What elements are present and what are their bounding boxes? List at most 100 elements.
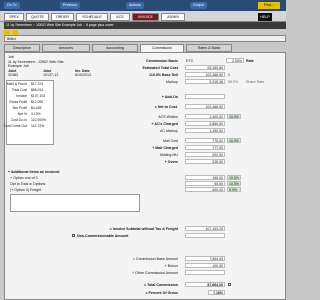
find-button[interactable]: Find... [258,2,280,9]
inv-date: 6/10/2013 [75,73,91,77]
summary-label: Mat'l & Purch [6,82,27,86]
acs-pct[interactable]: 10.0% [227,114,241,119]
commission-base-label: = Commission Base Amount [132,257,178,261]
mailing-mu-label: Mailing MU [160,153,178,157]
est-total-cost-label: Estimated Total Cost [142,66,178,70]
acs-written-label: ACS Written [158,115,178,119]
tab-rates-basis[interactable]: Rates & Basis [186,44,232,52]
summary-value: $12,090 [31,100,44,104]
net-to-cust-value: 102,466.00 [185,104,225,109]
summary-label: Net % [17,112,27,116]
profit-summary-box: Mat'l & Purch $17,374 Total Cost $65,014… [3,80,54,145]
job-title-strip: 11 by Seventeen :: JOBZ! Web Site Exampl… [4,22,286,29]
summary-value: 110,000% [31,118,47,122]
option-label: + Option one of 3 [10,176,38,180]
commission-base-value: 7,564.43 [185,256,225,261]
summary-value: $107,103 [31,94,46,98]
tab-description[interactable]: Description [4,44,40,52]
non-commissionable-label: Non-Commissionable Amount [77,234,129,238]
option-label: Opt to Total w Options [10,182,46,186]
tab-bar: Description Amounts Accounting Commissio… [4,44,286,52]
share-rate-label: Share Rate [246,80,265,84]
output-button[interactable]: Output [190,2,207,9]
non-commissionable-checkbox[interactable] [72,234,75,237]
tab-accounting[interactable]: Accounting [92,44,138,52]
mail-pct[interactable]: 10.0% [227,138,241,143]
mailing-mu-value: 202.00 [185,152,225,157]
rate-field[interactable]: 2.00% [226,58,244,63]
summary-label: Gross Profit [9,100,27,104]
actions-button[interactable]: Actions [126,2,144,9]
mail-cost-label: Mail Cost [163,139,178,143]
additional-items-title: + Additional items as invoiced [8,170,60,174]
total-commission-checkbox[interactable] [228,283,231,286]
mail-charged-value: 777.00 [185,145,225,150]
invoice-subtotal-label: = Invoice Subtotal without Tax & Freight [109,227,178,231]
nav-order[interactable]: ORDER [51,13,74,21]
option-value: 400.00 [185,187,225,192]
summary-value: 112.72% [31,124,45,128]
est-total-cost: 93,150.84 [185,65,225,70]
markup-value: 9,315.36 [185,79,225,84]
commission-basis-value: ETC [186,59,194,63]
add-on-value[interactable] [185,94,225,99]
option-pct[interactable]: 10.0% [227,181,241,186]
other-commission-value[interactable] [185,270,225,275]
bonus-value[interactable]: 100.00 [185,263,225,268]
jobid: 10137-13 [43,73,59,77]
goto-button[interactable]: Go To [4,2,20,9]
basis-label: 110.0% Base Sell [149,73,178,77]
tab-commission[interactable]: Commission [140,44,184,52]
ac-markup-label: AC Markup [160,129,178,133]
basis-value: 102,466.00 [185,72,225,77]
nav-acs[interactable]: ACS [110,13,130,21]
acs-written-value: 1,400.00 [185,114,225,119]
option-value: 195.00 [185,175,225,180]
overs-label: + Overs [164,160,178,164]
markup-label: Markup [166,80,178,84]
summary-label: Invoice [16,94,27,98]
markup-pct: 50.0% [228,80,239,84]
nav-spex[interactable]: SPEX [4,13,24,21]
net-to-cust-label: = Net to Cust. [154,105,178,109]
other-commission-label: + Other Commission Amount [131,271,178,275]
nav-schedule[interactable]: SCHEDULE [76,13,108,21]
option-pct[interactable]: 10.0% [227,175,241,180]
job-title: 11 by Seventeen - JOBZ! Web Site Example… [8,60,64,68]
additional-items-list[interactable] [10,194,140,212]
summary-label: Cost Come Out [3,124,27,128]
summary-label: Total Cost [11,88,27,92]
option-label: (+ Option 3) Freight [10,188,42,192]
percent-gross-value: 7.16% [208,290,225,295]
job-label: Job [8,55,14,59]
bonus-label: + Bonus [164,264,178,268]
status-field: Billed [4,35,286,42]
module-nav: SPEX QUOTE ORDER SCHEDULE ACS INVOICE AD… [0,11,286,22]
overs-value: 225.00 [185,159,225,164]
ac-markup-value: 1,450.00 [185,128,225,133]
add-on-label: + Add-On [161,95,178,99]
option-pct[interactable]: 5.0% [227,187,241,192]
summary-label: Cost Go in [10,118,27,122]
mail-cost-value: 775.00 [185,138,225,143]
top-toolbar: Go To Previous Actions Output Find... [0,0,286,11]
invoice-subtotal-value: 107,103.20 [185,226,225,231]
percent-gross-label: = Percent Of Gross [145,291,178,295]
tab-amounts[interactable]: Amounts [42,44,90,52]
summary-label: Net Profit [12,106,27,110]
summary-value: $17,374 [31,82,44,86]
commission-basis-label: Commission Basis [145,59,178,63]
option-value: 90.00 [185,181,225,186]
basis-pct: 1 [228,73,230,77]
mail-charged-label: + Mail Charged [152,146,178,150]
nav-admin[interactable]: ADMIN [161,13,185,21]
summary-value: 4.13% [31,112,41,116]
job-number: 32483 [8,73,18,77]
previous-button[interactable]: Previous [60,2,80,9]
help-button[interactable]: HELP [258,13,272,21]
nav-quote[interactable]: QUOTE [26,13,49,21]
non-commissionable-value[interactable] [185,233,225,238]
nav-invoice[interactable]: INVOICE [132,13,159,21]
total-commission-value: $7,664.00 [185,282,225,287]
summary-value: $4,425 [31,106,42,110]
